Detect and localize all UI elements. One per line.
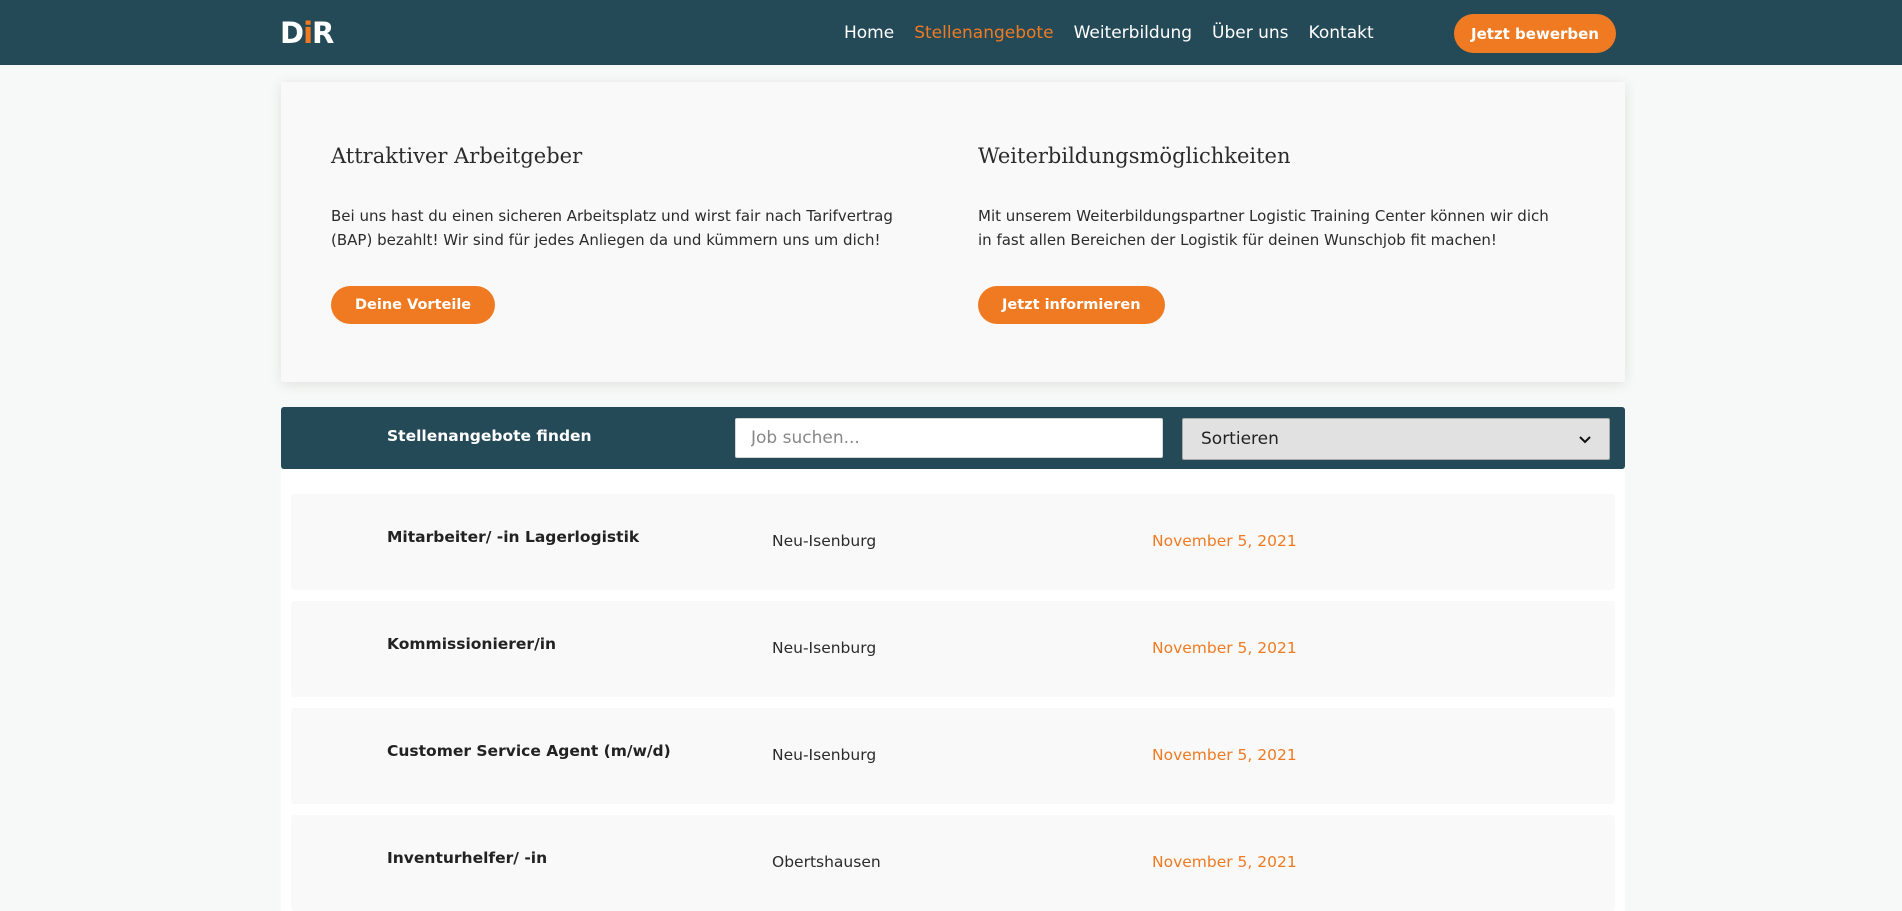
feature-title: Attraktiver Arbeitgeber: [331, 144, 583, 168]
logo[interactable]: DiR: [280, 16, 334, 50]
job-row[interactable]: Kommissionierer/in Neu-Isenburg November…: [291, 601, 1615, 697]
learn-more-button[interactable]: Jetzt informieren: [978, 286, 1165, 324]
job-location: Obertshausen: [772, 853, 881, 871]
job-title[interactable]: Mitarbeiter/ -in Lagerlogistik: [387, 528, 639, 546]
main-nav: Home Stellenangebote Weiterbildung Über …: [844, 0, 1374, 65]
benefits-button[interactable]: Deine Vorteile: [331, 286, 496, 324]
feature-card: Attraktiver Arbeitgeber Bei uns hast du …: [281, 82, 1625, 382]
job-title[interactable]: Customer Service Agent (m/w/d): [387, 742, 671, 760]
job-list: Mitarbeiter/ -in Lagerlogistik Neu-Isenb…: [281, 469, 1625, 911]
job-date: November 5, 2021: [1152, 853, 1297, 871]
apply-now-button[interactable]: Jetzt bewerben: [1454, 14, 1616, 53]
nav-stellenangebote[interactable]: Stellenangebote: [914, 23, 1053, 43]
nav-ueber-uns[interactable]: Über uns: [1212, 23, 1289, 43]
job-date: November 5, 2021: [1152, 532, 1297, 550]
job-location: Neu-Isenburg: [772, 532, 877, 550]
job-location: Neu-Isenburg: [772, 639, 877, 657]
job-row[interactable]: Mitarbeiter/ -in Lagerlogistik Neu-Isenb…: [291, 494, 1615, 590]
job-title[interactable]: Kommissionierer/in: [387, 635, 556, 653]
job-row[interactable]: Inventurhelfer/ -in Obertshausen Novembe…: [291, 815, 1615, 911]
job-date: November 5, 2021: [1152, 639, 1297, 657]
feature-title: Weiterbildungsmöglichkeiten: [978, 144, 1291, 168]
job-search-bar: Stellenangebote finden Sortieren: [281, 407, 1625, 469]
job-date: November 5, 2021: [1152, 746, 1297, 764]
nav-kontakt[interactable]: Kontakt: [1309, 23, 1374, 43]
sort-select[interactable]: Sortieren: [1182, 418, 1610, 460]
job-row[interactable]: Customer Service Agent (m/w/d) Neu-Isenb…: [291, 708, 1615, 804]
search-label: Stellenangebote finden: [387, 427, 592, 445]
nav-home[interactable]: Home: [844, 23, 894, 43]
job-location: Neu-Isenburg: [772, 746, 877, 764]
feature-text: Bei uns hast du einen sicheren Arbeitspl…: [331, 207, 893, 249]
chevron-down-icon: [1579, 429, 1591, 449]
feature-text: Mit unserem Weiterbildungspartner Logist…: [978, 207, 1549, 249]
job-title[interactable]: Inventurhelfer/ -in: [387, 849, 547, 867]
sort-select-value: Sortieren: [1201, 429, 1279, 449]
job-search-input[interactable]: [735, 418, 1163, 458]
feature-training: Weiterbildungsmöglichkeiten Mit unserem …: [978, 142, 1558, 324]
site-header: DiR Home Stellenangebote Weiterbildung Ü…: [0, 0, 1902, 65]
nav-weiterbildung[interactable]: Weiterbildung: [1074, 23, 1192, 43]
feature-employer: Attraktiver Arbeitgeber Bei uns hast du …: [331, 142, 911, 324]
